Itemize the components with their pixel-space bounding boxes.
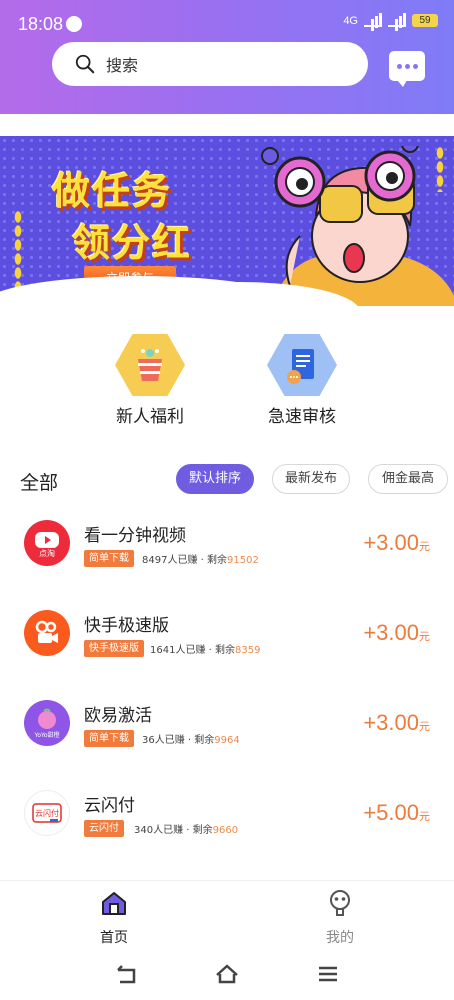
earned-count: 1641人已赚 bbox=[150, 645, 206, 656]
logo-text: 点淘 bbox=[39, 548, 55, 558]
menu-icon[interactable] bbox=[316, 962, 340, 986]
reward-unit: 元 bbox=[419, 631, 430, 643]
remaining-label: 剩余 bbox=[207, 555, 227, 566]
task-item[interactable]: YoYo甜橙 欧易激活 简单下载 36人已赚 · 剩余9964 +3.00元 bbox=[0, 692, 454, 782]
remaining-label: 剩余 bbox=[192, 825, 213, 836]
search-input[interactable]: 搜索 bbox=[106, 52, 138, 76]
task-name: 欧易激活 bbox=[84, 706, 152, 726]
message-dot bbox=[404, 63, 410, 69]
system-nav-bar bbox=[0, 950, 454, 1000]
task-meta: 8497人已赚 · 剩余91502 bbox=[142, 555, 259, 566]
signal-icon-2 bbox=[388, 12, 406, 27]
task-item[interactable]: 点淘 看一分钟视频 简单下载 8497人已赚 · 剩余91502 +3.00元 bbox=[0, 512, 454, 602]
remaining-count: 91502 bbox=[227, 555, 259, 566]
reward-unit: 元 bbox=[419, 811, 430, 823]
remaining-count: 9660 bbox=[212, 825, 239, 836]
search-bar[interactable]: 搜索 bbox=[52, 42, 368, 86]
binoculars-girl-illustration bbox=[261, 146, 454, 306]
task-meta: 1641人已赚 · 剩余8359 bbox=[150, 645, 261, 656]
task-item[interactable]: 云闪付 云闪付 云闪付 340人已赚 · 剩余9660 +5.00元 bbox=[0, 782, 454, 872]
reward-amount: +3.00 bbox=[363, 620, 419, 645]
earned-count: 340人已赚 bbox=[134, 825, 184, 836]
nav-home[interactable]: 首页 bbox=[74, 889, 154, 947]
remaining-label: 剩余 bbox=[215, 645, 235, 656]
sort-newest-button[interactable]: 最新发布 bbox=[272, 464, 350, 494]
task-reward: +5.00元 bbox=[363, 800, 430, 826]
task-name: 快手极速版 bbox=[84, 616, 169, 636]
app-logo-yoyo: YoYo甜橙 bbox=[24, 700, 70, 746]
earned-count: 36人已赚 bbox=[142, 735, 185, 746]
sort-default-button[interactable]: 默认排序 bbox=[176, 464, 254, 494]
remaining-count: 8359 bbox=[235, 645, 261, 656]
reward-unit: 元 bbox=[419, 721, 430, 733]
reward-amount: +3.00 bbox=[363, 710, 419, 735]
nav-label: 首页 bbox=[100, 930, 128, 946]
gift-icon bbox=[115, 334, 185, 396]
remaining-count: 9964 bbox=[214, 735, 240, 746]
entry-newcomer-benefit[interactable]: 新人福利 bbox=[100, 334, 200, 427]
app-logo-diantao: 点淘 bbox=[24, 520, 70, 566]
task-tag: 云闪付 bbox=[84, 820, 124, 837]
task-name: 云闪付 bbox=[84, 796, 135, 816]
reward-unit: 元 bbox=[419, 541, 430, 553]
profile-icon bbox=[330, 890, 350, 916]
message-dot bbox=[396, 63, 402, 69]
task-tag: 简单下载 bbox=[84, 550, 134, 567]
network-label: 4G bbox=[343, 14, 358, 27]
task-tag: 快手极速版 bbox=[84, 640, 144, 657]
task-tag: 简单下载 bbox=[84, 730, 134, 747]
app-logo-unionpay: 云闪付 bbox=[24, 790, 70, 836]
back-icon[interactable] bbox=[114, 962, 138, 986]
message-button[interactable] bbox=[389, 51, 425, 87]
signal-icon bbox=[364, 12, 382, 27]
home-icon bbox=[102, 892, 126, 915]
entry-label: 急速审核 bbox=[268, 407, 336, 427]
nav-label: 我的 bbox=[326, 930, 354, 946]
sort-commission-button[interactable]: 佣金最高 bbox=[368, 464, 448, 494]
banner-title-line1: 做任务 bbox=[52, 169, 173, 213]
entry-fast-review[interactable]: 急速审核 bbox=[252, 334, 352, 427]
banner-title-line2: 领分红 bbox=[72, 221, 193, 265]
task-name: 看一分钟视频 bbox=[84, 526, 186, 546]
entry-label: 新人福利 bbox=[116, 407, 184, 427]
battery-icon: 59 bbox=[412, 14, 438, 27]
status-time: 18:08 bbox=[18, 14, 64, 34]
logo-text: YoYo甜橙 bbox=[33, 731, 59, 739]
nav-mine[interactable]: 我的 bbox=[300, 889, 380, 947]
bottom-nav: 首页 我的 bbox=[0, 880, 454, 950]
search-icon bbox=[75, 54, 95, 74]
reward-amount: +5.00 bbox=[363, 800, 419, 825]
task-reward: +3.00元 bbox=[363, 710, 430, 736]
promo-banner[interactable]: 做任务 领分红 立即参与 bbox=[0, 136, 454, 306]
app-logo-kuaishou bbox=[24, 610, 70, 656]
task-meta: 340人已赚 · 剩余9660 bbox=[134, 825, 239, 836]
message-dot bbox=[412, 63, 418, 69]
document-icon bbox=[267, 334, 337, 396]
reward-amount: +3.00 bbox=[363, 530, 419, 555]
task-meta: 36人已赚 · 剩余9964 bbox=[142, 735, 240, 746]
section-title: 全部 bbox=[20, 472, 59, 494]
notification-icon bbox=[66, 16, 82, 32]
task-reward: +3.00元 bbox=[363, 620, 430, 646]
home-button-icon[interactable] bbox=[215, 962, 239, 986]
task-item[interactable]: 快手极速版 快手极速版 1641人已赚 · 剩余8359 +3.00元 bbox=[0, 602, 454, 692]
earned-count: 8497人已赚 bbox=[142, 555, 198, 566]
logo-text: 云闪付 bbox=[35, 808, 59, 818]
task-reward: +3.00元 bbox=[363, 530, 430, 556]
header: 18:08 4G 59 搜索 bbox=[0, 0, 454, 114]
status-icons: 4G 59 bbox=[343, 12, 438, 27]
status-bar: 18:08 4G 59 bbox=[0, 0, 454, 44]
remaining-label: 剩余 bbox=[194, 735, 215, 746]
